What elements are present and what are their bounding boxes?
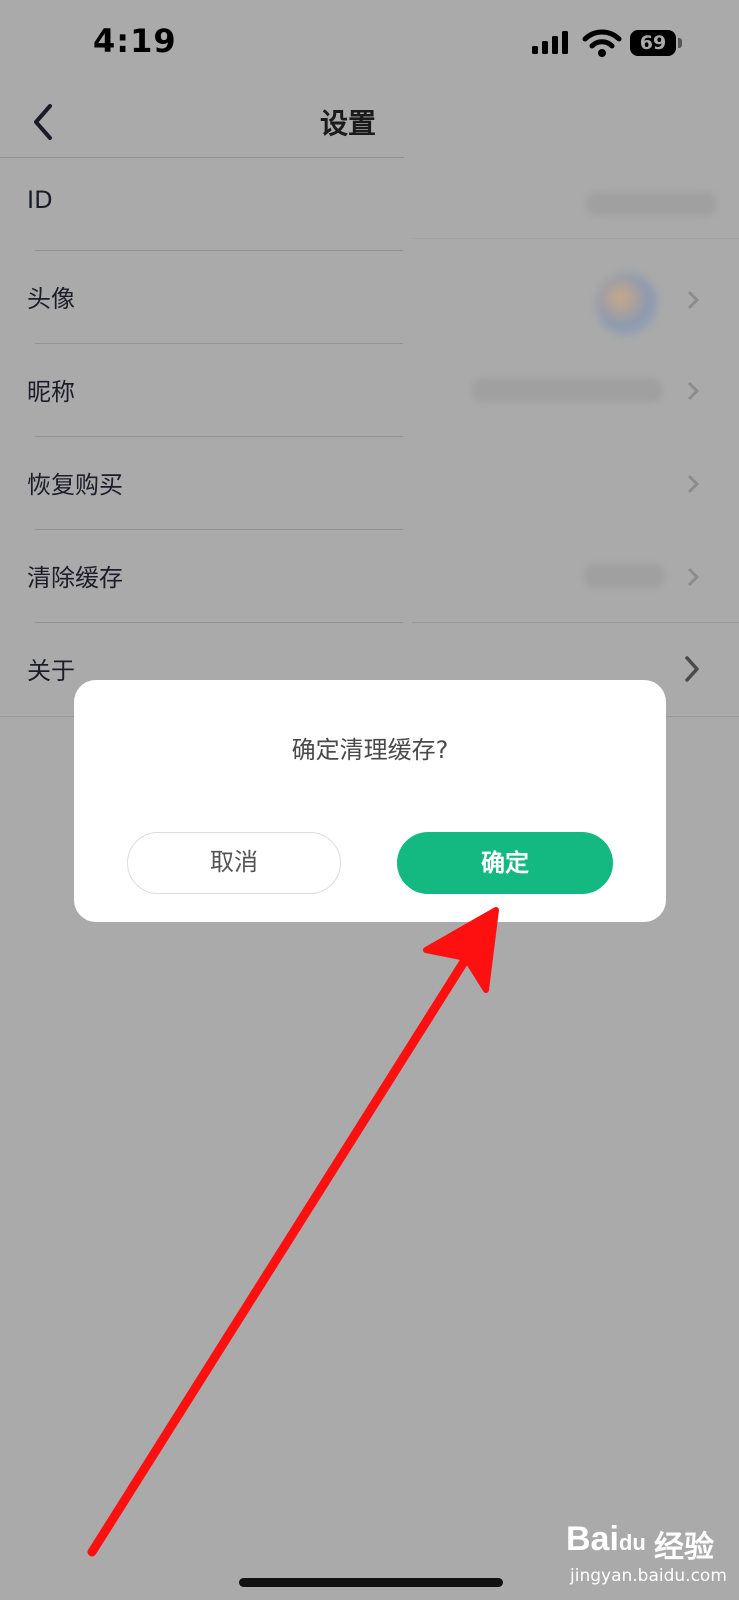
settings-screen: 4:19 69 设置 ID 头像 昵称 恢复购买 清除缓存 关于 确定清理缓存?… xyxy=(0,0,739,1600)
navigation-bar: 设置 xyxy=(0,88,739,158)
wifi-icon xyxy=(582,29,622,57)
settings-item-label: 恢复购买 xyxy=(27,471,123,499)
dialog-message: 确定清理缓存? xyxy=(291,736,449,764)
back-arrow-icon[interactable] xyxy=(28,100,58,144)
blurred-cache-size xyxy=(584,564,664,588)
baidu-jingyan-watermark: Baidu 经验 jingyan.baidu.com xyxy=(566,1520,736,1590)
chevron-right-icon xyxy=(685,656,699,682)
chevron-right-icon xyxy=(687,567,700,587)
cancel-button[interactable]: 取消 xyxy=(127,832,341,894)
avatar xyxy=(596,273,658,335)
confirm-button[interactable]: 确定 xyxy=(397,832,613,894)
watermark-url: jingyan.baidu.com xyxy=(570,1566,727,1586)
blurred-id-value xyxy=(586,192,716,216)
watermark-brand: Baidu xyxy=(566,1520,646,1558)
home-indicator[interactable] xyxy=(239,1578,503,1587)
settings-item-nickname[interactable]: 昵称 xyxy=(0,344,739,437)
row-divider xyxy=(412,238,739,239)
status-time: 4:19 xyxy=(93,22,177,60)
settings-item-label: 清除缓存 xyxy=(27,564,123,592)
battery-level: 69 xyxy=(639,32,667,54)
cellular-signal-icon xyxy=(532,31,568,54)
clear-cache-dialog: 确定清理缓存? 取消 确定 xyxy=(74,680,666,922)
chevron-right-icon xyxy=(687,290,700,310)
settings-item-avatar[interactable]: 头像 xyxy=(0,251,739,344)
status-bar: 4:19 69 xyxy=(0,0,739,88)
settings-item-restore-purchase[interactable]: 恢复购买 xyxy=(0,437,739,530)
settings-item-label: 关于 xyxy=(27,657,75,685)
blurred-nickname-value xyxy=(472,378,662,402)
settings-item-clear-cache[interactable]: 清除缓存 xyxy=(0,530,739,623)
chevron-right-icon xyxy=(687,381,700,401)
watermark-product: 经验 xyxy=(654,1530,714,1565)
chevron-right-icon xyxy=(687,474,700,494)
settings-item-label: 昵称 xyxy=(27,378,75,406)
page-title: 设置 xyxy=(320,107,377,140)
battery-icon: 69 xyxy=(630,30,682,56)
settings-list: ID 头像 昵称 恢复购买 清除缓存 关于 xyxy=(0,158,739,716)
settings-item-label: 头像 xyxy=(27,285,75,313)
settings-item-label: ID xyxy=(27,186,53,214)
